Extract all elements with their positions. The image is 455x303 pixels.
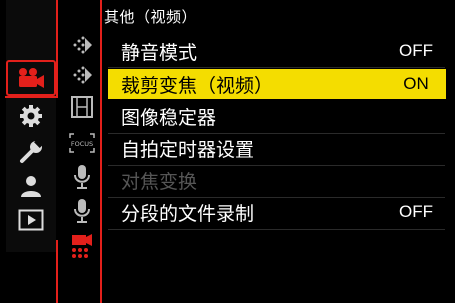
video-camera-icon (19, 68, 44, 88)
main-category-column (6, 0, 56, 252)
menu-item-value: OFF (399, 41, 433, 60)
menu-item-silent-mode[interactable]: 静音模式 OFF (112, 36, 446, 66)
menu-item-value: ON (403, 74, 429, 93)
menu-item-label: 静音模式 (121, 41, 198, 64)
menu-item-crop-zoom[interactable]: 裁剪变焦（视频） ON (108, 69, 446, 99)
row-divider (108, 67, 445, 68)
category-my-menu[interactable] (6, 168, 56, 204)
menu-item-value: OFF (399, 202, 433, 221)
red-guide-line (56, 240, 58, 303)
sub-tab-6[interactable] (62, 196, 102, 226)
menu-item-segmented-recording[interactable]: 分段的文件录制 OFF (112, 197, 446, 227)
category-video[interactable] (6, 60, 56, 96)
row-divider (108, 229, 445, 230)
menu-item-label: 裁剪变焦（视频） (121, 74, 274, 97)
wrench-icon (20, 139, 44, 163)
dotted-arrow-icon (73, 36, 92, 54)
category-custom[interactable] (6, 98, 56, 134)
microphone-icon (74, 165, 90, 189)
person-icon (21, 176, 41, 197)
menu-item-image-stabilizer[interactable]: 图像稳定器 (112, 101, 446, 131)
film-strip-icon (71, 96, 93, 118)
focus-frame-text: FOCUS (71, 140, 93, 148)
category-setup[interactable] (6, 134, 56, 170)
sub-tab-1[interactable] (62, 30, 102, 60)
sub-tab-5[interactable] (62, 162, 102, 192)
red-guide-line (5, 96, 58, 98)
sub-tab-7-active[interactable] (62, 230, 102, 260)
playback-icon (18, 209, 44, 231)
sub-tab-4[interactable]: FOCUS (62, 128, 102, 158)
focus-frame-icon: FOCUS (69, 133, 95, 153)
menu-item-label: 自拍定时器设置 (121, 138, 255, 161)
gear-icon (20, 105, 42, 127)
sub-tab-2[interactable] (62, 60, 102, 90)
category-playback[interactable] (6, 202, 56, 238)
camera-menu-screen: FOCUS 其他（视频） 静音模式 OFF 裁剪变焦（视频） ON 图像稳定器 … (0, 0, 455, 303)
menu-item-self-timer[interactable]: 自拍定时器设置 (112, 133, 446, 163)
red-camera-icon (72, 234, 92, 258)
menu-item-label: 图像稳定器 (121, 106, 217, 129)
menu-item-focus-transition: 对焦变换 (112, 165, 446, 195)
microphone-icon (74, 199, 90, 223)
red-guide-line (56, 0, 58, 98)
menu-item-label: 分段的文件录制 (121, 202, 255, 225)
dotted-arrow-icon (73, 66, 92, 84)
menu-item-label: 对焦变换 (121, 170, 198, 193)
page-title: 其他（视频） (104, 8, 198, 26)
sub-tab-3[interactable] (62, 92, 102, 122)
